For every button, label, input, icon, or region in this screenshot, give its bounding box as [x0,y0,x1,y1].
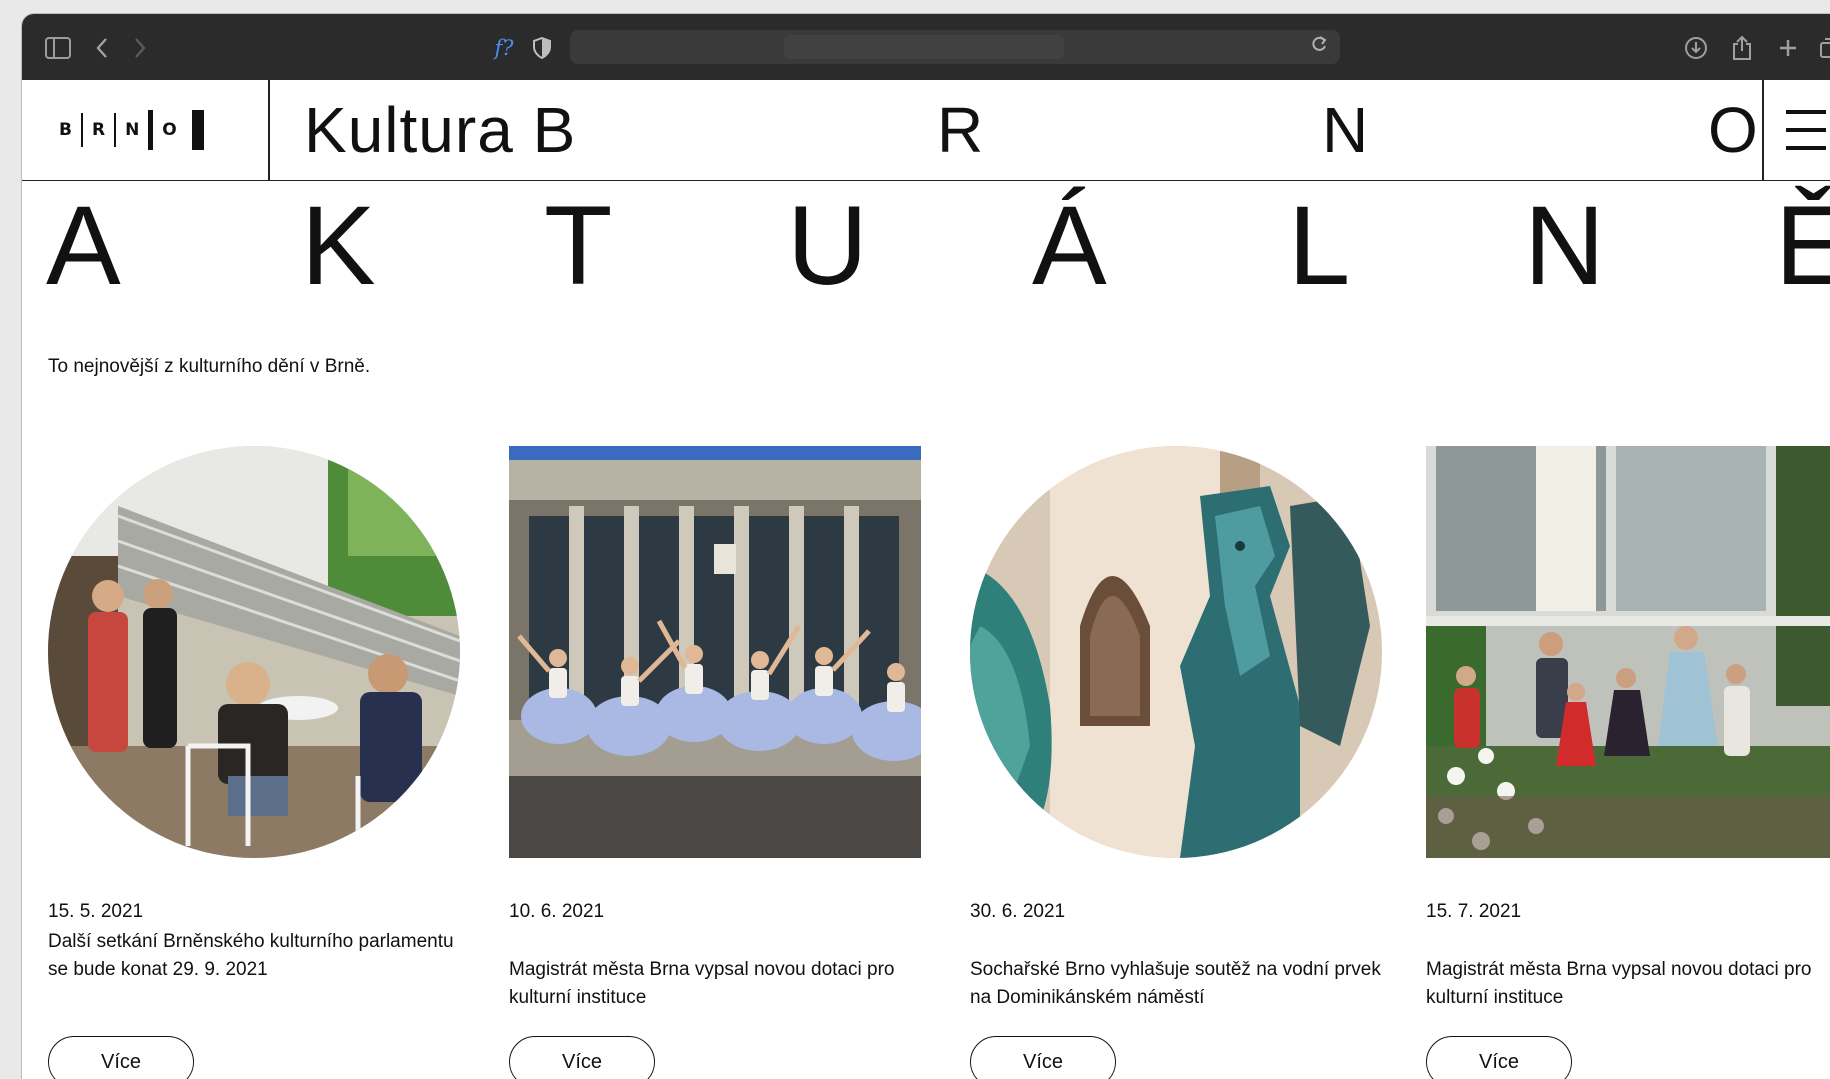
browser-toolbar: f? [22,14,1830,80]
news-title[interactable]: Další setkání Brněnského kulturního parl… [48,928,468,984]
brno-logo[interactable]: B R N O [50,108,204,152]
back-icon[interactable] [88,34,116,62]
news-image-sculpture[interactable] [970,446,1382,858]
headline-letter: K [301,183,376,308]
headline-letter: U [787,183,868,308]
news-image-ballet[interactable] [509,446,921,858]
privacy-shield-icon[interactable] [528,34,556,62]
sidebar-toggle-icon[interactable] [44,34,72,62]
news-card: 15. 5. 2021 Další setkání Brněnského kul… [48,446,460,1079]
news-card: 15. 7. 2021 Magistrát města Brna vypsal … [1426,446,1830,1079]
tab-overview-icon[interactable] [1816,34,1830,62]
download-icon[interactable] [1682,34,1710,62]
logo-letter: N [125,120,140,140]
news-card: 10. 6. 2021 Magistrát města Brna vypsal … [509,446,921,1079]
news-title[interactable]: Magistrát města Brna vypsal novou dotaci… [509,956,929,1012]
more-button[interactable]: Více [1426,1036,1572,1079]
brand-word-r: R [937,94,985,166]
brand-word-kultura-b[interactable]: Kultura B [304,92,576,168]
news-card: 30. 6. 2021 Sochařské Brno vyhlašuje sou… [970,446,1382,1079]
headline-letter: N [1524,183,1605,308]
headline-letter: Á [1032,183,1107,308]
news-title[interactable]: Magistrát města Brna vypsal novou dotaci… [1426,956,1830,1012]
address-bar[interactable] [570,30,1340,64]
reload-icon[interactable] [1310,34,1328,60]
headline-letter: L [1288,183,1351,308]
logo-bar [191,110,204,150]
brand-word-n: N [1322,94,1370,166]
forward-icon[interactable] [126,34,154,62]
header-divider [268,80,270,180]
news-date: 15. 7. 2021 [1426,901,1522,922]
page-subtitle: To nejnovější z kulturního dění v Brně. [48,356,371,377]
brand-word-o: O [1708,94,1759,166]
news-image-dancers-villa[interactable] [1426,446,1830,858]
news-date: 10. 6. 2021 [509,901,605,922]
hamburger-menu-icon[interactable] [1786,110,1826,154]
news-title[interactable]: Sochařské Brno vyhlašuje soutěž na vodní… [970,956,1390,1012]
new-tab-icon[interactable] [1774,34,1802,62]
logo-letter: O [162,120,177,140]
news-date: 30. 6. 2021 [970,901,1066,922]
browser-window: f? B R N O Kultura B R N O A K T U Á L N… [22,14,1830,1079]
more-button[interactable]: Více [509,1036,655,1079]
headline-letter: T [544,183,613,308]
headline-letter: A [46,183,121,308]
more-button[interactable]: Více [970,1036,1116,1079]
logo-letter: R [91,120,106,140]
share-icon[interactable] [1728,34,1756,62]
headline-letter: Ě [1775,183,1830,308]
header-divider [1762,80,1764,180]
news-date: 15. 5. 2021 [48,901,144,922]
site-header: B R N O Kultura B R N O [22,80,1830,181]
news-image-cultural-parliament[interactable] [48,446,460,858]
address-field[interactable] [784,35,1064,59]
logo-letter: B [59,120,72,140]
reader-extension-icon[interactable]: f? [484,34,524,62]
more-button[interactable]: Více [48,1036,194,1079]
